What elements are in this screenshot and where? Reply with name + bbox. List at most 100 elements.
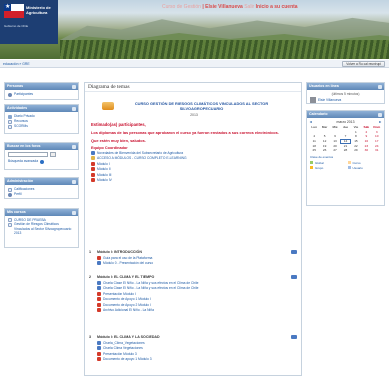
doc-icon — [97, 286, 101, 291]
course-view-button[interactable]: Volver a Ru cal reunirupi — [342, 61, 385, 67]
doc-icon — [97, 340, 101, 345]
calendar-day[interactable]: 25 — [309, 148, 319, 153]
block-personas: Personas Participantes — [4, 82, 79, 100]
grades-icon — [8, 187, 12, 192]
pdf-icon — [97, 297, 101, 302]
closing-text: Que estén muy bien, saludos. — [91, 138, 146, 143]
pdf-icon — [91, 167, 95, 172]
section-0: CURSO GESTIÓN DE RIESGOS CLIMÁTICOS VINC… — [91, 95, 297, 183]
forum-search-input[interactable] — [8, 152, 48, 157]
login-info: Curso de Gestión | Elsie Villanueva Sali… — [162, 4, 298, 10]
section-2: 2 Módulo I: EL CLIMA Y EL TIEMPO Charla … — [89, 275, 299, 313]
collapse-icon[interactable] — [72, 84, 76, 89]
doc-icon — [97, 346, 101, 351]
ministry-logo[interactable]: ★ Ministerio de Agricultura Gobierno de … — [0, 0, 58, 44]
highlight-icon[interactable] — [291, 250, 297, 254]
block-administracion: Administración Calificaciones Perfil — [4, 177, 79, 199]
scorm-icon — [8, 124, 12, 129]
legend-swatch-icon — [310, 166, 313, 170]
legend-swatch-icon — [310, 161, 313, 165]
block-title: Usuarios en línea — [307, 83, 384, 90]
collapse-icon[interactable] — [72, 210, 76, 215]
page-title: Diagrama de temas — [85, 83, 301, 92]
banner-mountains — [60, 17, 389, 40]
section-number: 1 — [89, 250, 91, 254]
course-logo-icon — [101, 102, 114, 110]
block-title: Personas — [5, 83, 78, 90]
block-buscar-foros: Buscar en los foros Búsqueda avanzada — [4, 142, 79, 170]
avatar — [310, 97, 316, 103]
legend-item[interactable]: Curso — [347, 161, 382, 165]
doc-icon — [97, 261, 101, 266]
pdf-icon — [91, 161, 95, 166]
search-button[interactable] — [50, 152, 56, 157]
section-item[interactable]: Módulo 0 - Presentación del curso — [97, 261, 299, 267]
block-title: Administración — [5, 178, 78, 185]
online-user[interactable]: Elsie Villanueva — [310, 97, 381, 103]
collapse-icon[interactable] — [378, 84, 382, 89]
legend-item[interactable]: Grupo — [310, 166, 344, 170]
legend-item[interactable]: Global — [310, 161, 344, 165]
block-title: Mis cursos — [5, 209, 78, 216]
logout-link[interactable]: Salir — [244, 4, 254, 10]
highlight-icon[interactable] — [291, 275, 297, 279]
course-icon — [8, 222, 12, 227]
pdf-icon — [97, 291, 101, 296]
header-banner: ★ Ministerio de Agricultura Gobierno de … — [0, 0, 389, 59]
legend-item[interactable]: Usuario — [347, 166, 382, 170]
block-calendario: Calendario ◄ marzo 2013 ► Lun Mar Mié Jue Vi… — [306, 110, 385, 206]
resources-icon — [8, 119, 12, 124]
ministry-name: Ministerio de Agricultura — [26, 5, 51, 15]
pdf-icon — [97, 302, 101, 307]
block-title: Calendario — [307, 111, 384, 118]
resource-item[interactable]: Módulo IV — [91, 178, 297, 184]
pdf-icon — [91, 178, 95, 183]
calendar-day[interactable]: 30 — [361, 148, 371, 153]
section-item[interactable]: Archivo Adicional El Niño - La Niña — [97, 308, 299, 314]
block-title: Buscar en los foros — [5, 143, 78, 150]
collapse-icon[interactable] — [72, 106, 76, 111]
diploma-notice: Los diplomas de las personas que aprobar… — [91, 130, 279, 135]
section-number: 3 — [89, 335, 91, 339]
highlight-icon[interactable] — [291, 335, 297, 339]
course-title: CURSO GESTIÓN DE RIESGOS CLIMÁTICOS VINC… — [134, 101, 269, 111]
advanced-search-link[interactable]: Búsqueda avanzada — [8, 159, 38, 164]
collapse-icon[interactable] — [72, 179, 76, 184]
user-name-link[interactable]: Elsie Villanueva — [205, 4, 243, 10]
banner-vineyard — [60, 40, 389, 59]
block-usuarios-en-linea: Usuarios en línea (últimos 5 minutos) El… — [306, 82, 385, 104]
help-icon[interactable] — [40, 159, 45, 164]
collapse-icon[interactable] — [72, 144, 76, 149]
doc-icon — [97, 280, 101, 285]
chile-flag-icon: ★ — [4, 4, 24, 18]
folder-icon — [91, 156, 95, 161]
breadcrumb[interactable]: educación » GRE — [3, 61, 30, 67]
pdf-icon — [97, 255, 101, 260]
sidebar-item-participants[interactable]: Participantes — [8, 92, 75, 97]
section-number: 2 — [89, 275, 91, 279]
section-1: 1 Módulo I: INTRODUCCIÓN Guía para el us… — [89, 250, 299, 266]
block-title: Actividades — [5, 105, 78, 112]
profile-icon — [8, 192, 12, 197]
section-item[interactable]: Documento de apoyo 1 Módulo 3 — [97, 357, 299, 363]
ministry-subtitle: Gobierno de Chile — [4, 24, 29, 28]
calendar-day[interactable]: 28 — [340, 148, 350, 153]
sidebar-item-scorm[interactable]: SCORMs — [8, 124, 75, 129]
calendar-day[interactable]: 26 — [319, 148, 329, 153]
sidebar-item-course-gestion[interactable]: Gestión de Riesgos Climáticos Vinculados… — [8, 222, 75, 235]
course-icon — [8, 218, 12, 223]
course-content: Diagrama de temas CURSO GESTIÓN DE RIESG… — [84, 82, 302, 376]
calendar-day[interactable]: 29 — [351, 148, 361, 153]
greeting-text: Estimado(as) participantes, — [91, 122, 146, 127]
calendar-day[interactable]: 31 — [372, 148, 382, 153]
calendar-day[interactable]: 27 — [330, 148, 340, 153]
sidebar-item-perfil[interactable]: Perfil — [8, 192, 75, 197]
calendar-grid: Lun Mar Mié Jue Vie Sáb Dom 1 2 3 4 5 6 7 8 9 10 11 12 13 14… — [307, 125, 384, 153]
block-actividades: Actividades Diario Privado Recursos SCOR… — [4, 104, 79, 134]
course-year: 2013 — [190, 113, 198, 117]
navigation-bar: educación » GRE Volver a Ru cal reunirup… — [0, 60, 389, 68]
pdf-icon — [97, 357, 101, 362]
collapse-icon[interactable] — [378, 112, 382, 117]
legend-swatch-icon — [347, 166, 351, 170]
pdf-icon — [97, 351, 101, 356]
